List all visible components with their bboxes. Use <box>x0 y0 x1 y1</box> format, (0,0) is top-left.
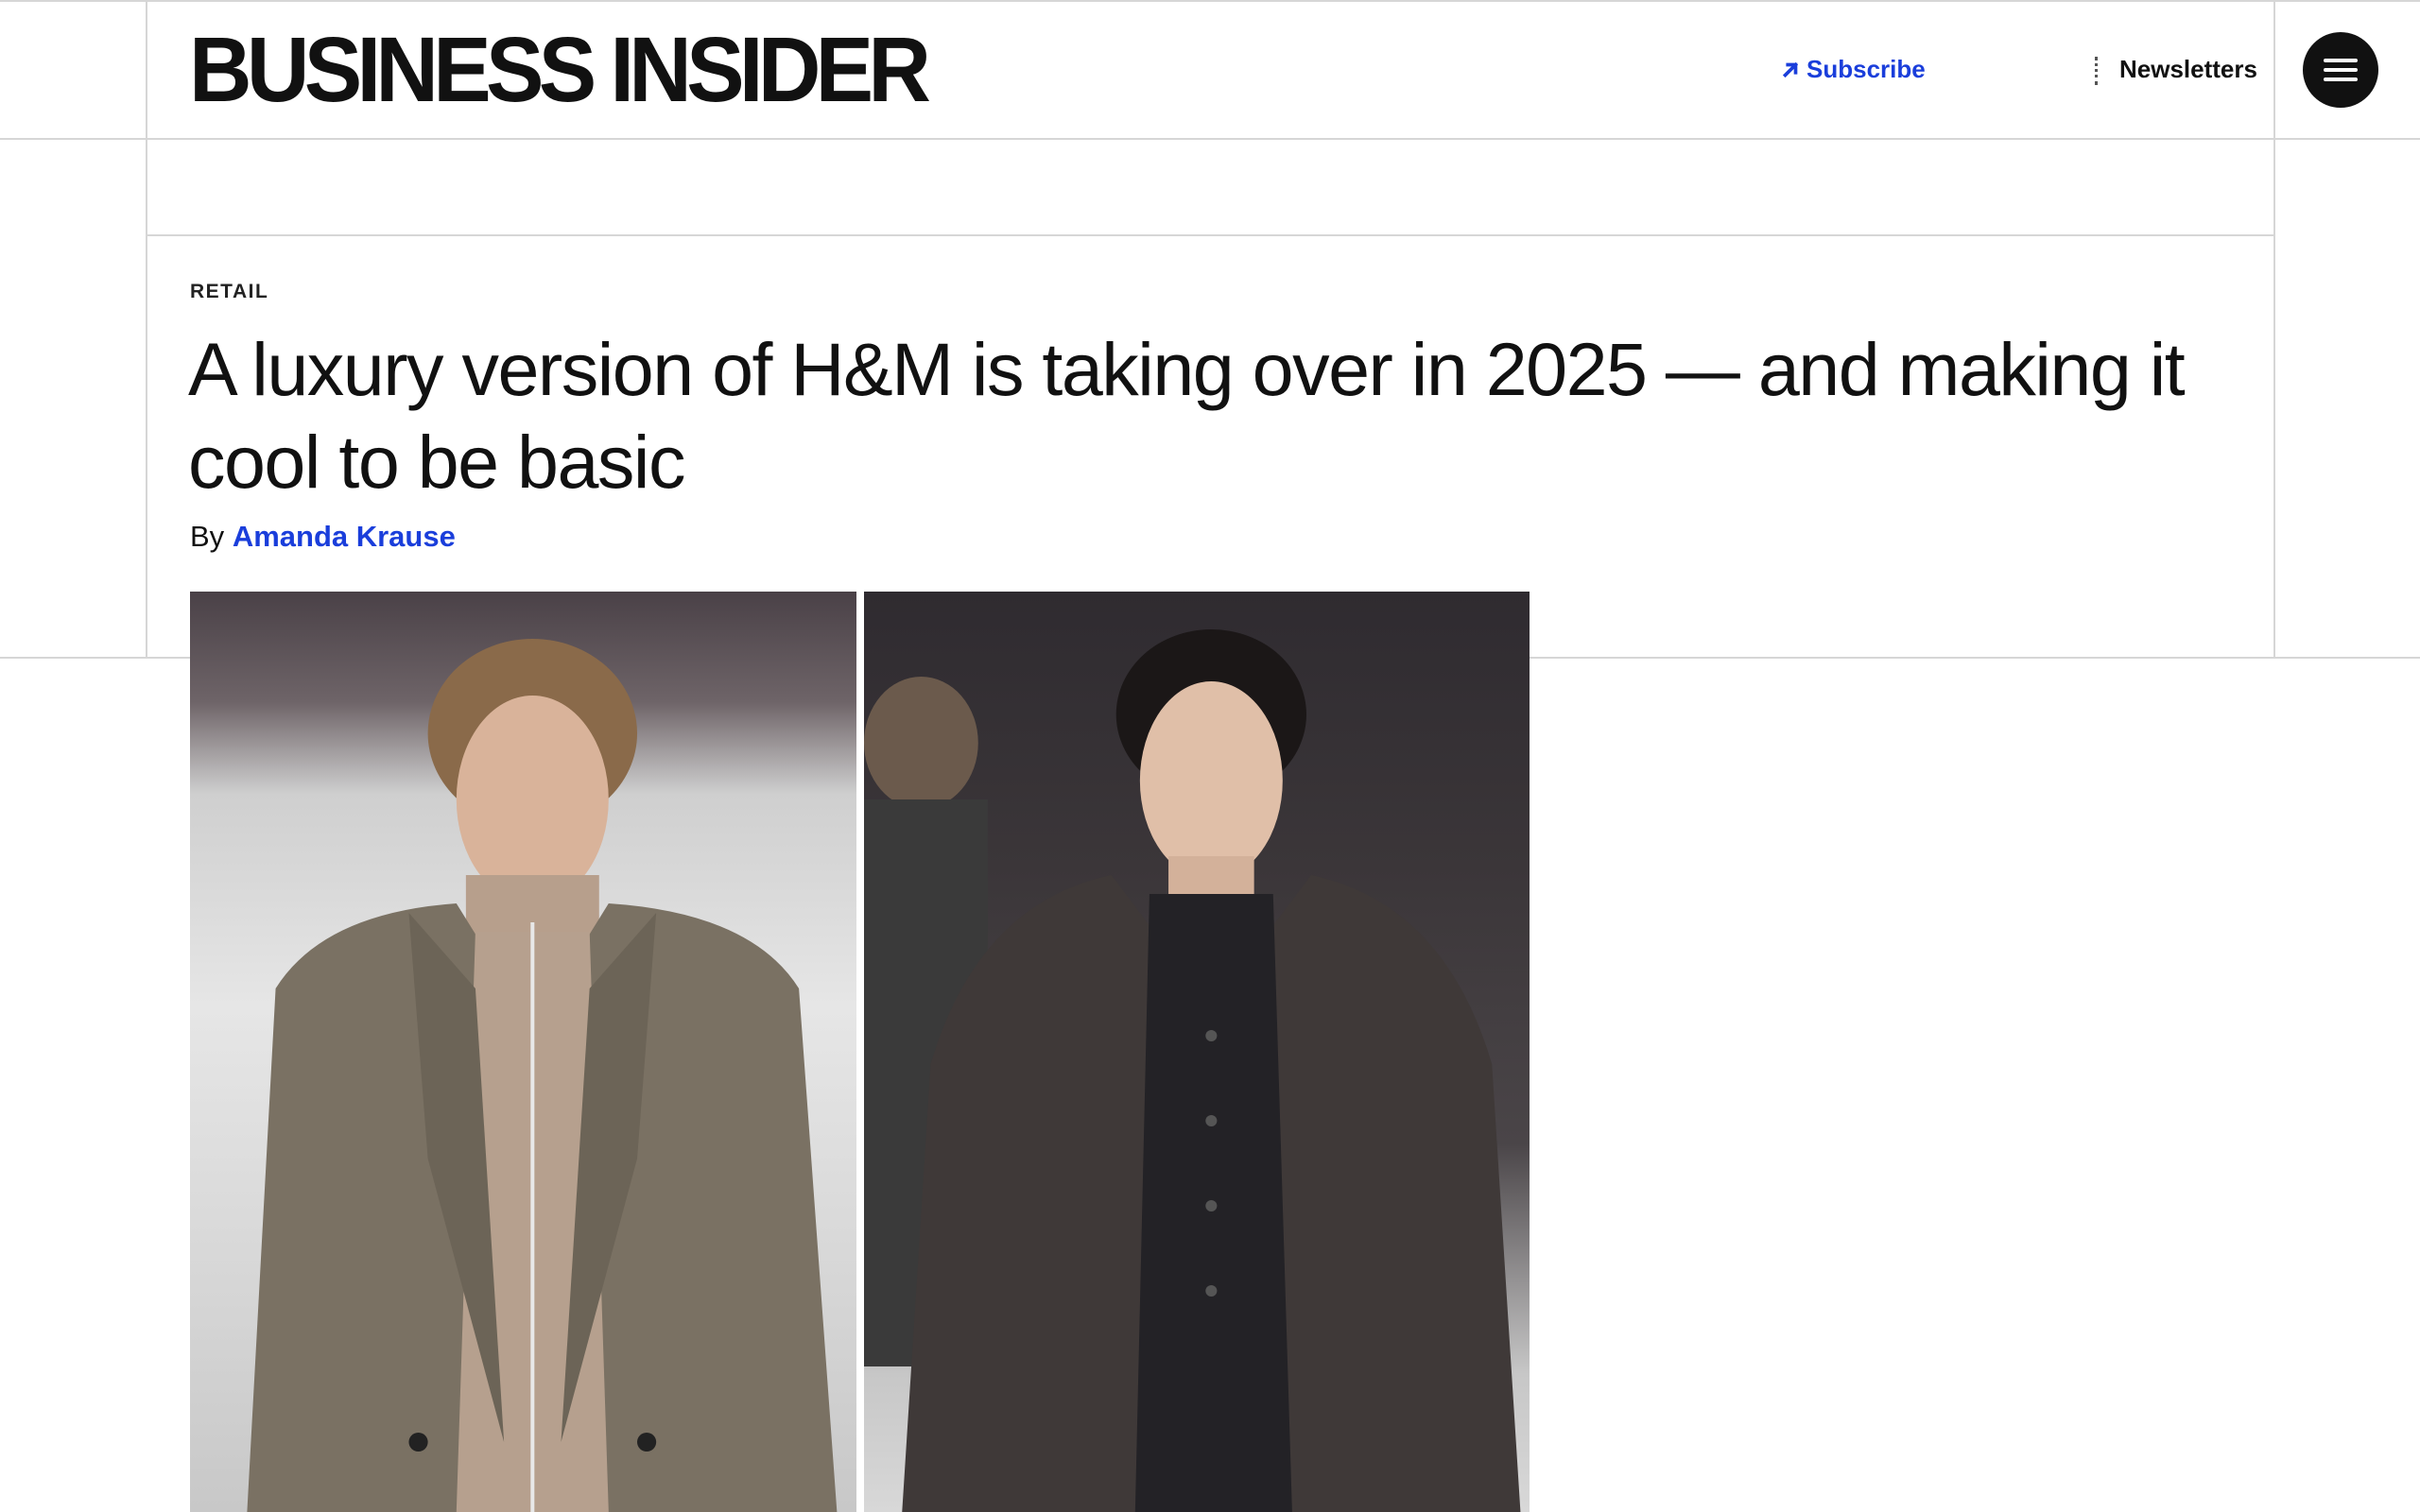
model-illustration-right <box>863 629 1520 1512</box>
hero-photo-right <box>863 592 1530 1512</box>
header-divider <box>2095 57 2098 85</box>
frame-line-ad-slot <box>147 234 2275 236</box>
site-header: BUSINESS INSIDER Subscribe Newsletters <box>147 2 2378 138</box>
page: BUSINESS INSIDER Subscribe Newsletters R… <box>0 0 2420 1512</box>
byline-prefix: By <box>190 520 225 553</box>
hero-photo-left <box>190 592 856 1512</box>
subscribe-label: Subscribe <box>1806 55 1926 83</box>
newsletters-link[interactable]: Newsletters <box>2119 55 2257 84</box>
author-link[interactable]: Amanda Krause <box>233 520 456 553</box>
frame-line-header <box>0 138 2420 140</box>
article-category[interactable]: RETAIL <box>190 281 268 303</box>
menu-button[interactable] <box>2303 32 2378 108</box>
arrow-up-right-icon <box>1782 61 1799 77</box>
site-logo[interactable]: BUSINESS INSIDER <box>189 24 931 115</box>
hero-image <box>190 592 1530 1512</box>
hamburger-icon <box>2324 59 2358 81</box>
model-illustration-left <box>247 639 838 1512</box>
subscribe-link[interactable]: Subscribe <box>1780 55 1926 84</box>
article-headline: A luxury version of H&M is taking over i… <box>188 327 2186 504</box>
frame-line-right <box>2273 0 2275 659</box>
article-byline: By Amanda Krause <box>190 520 456 554</box>
